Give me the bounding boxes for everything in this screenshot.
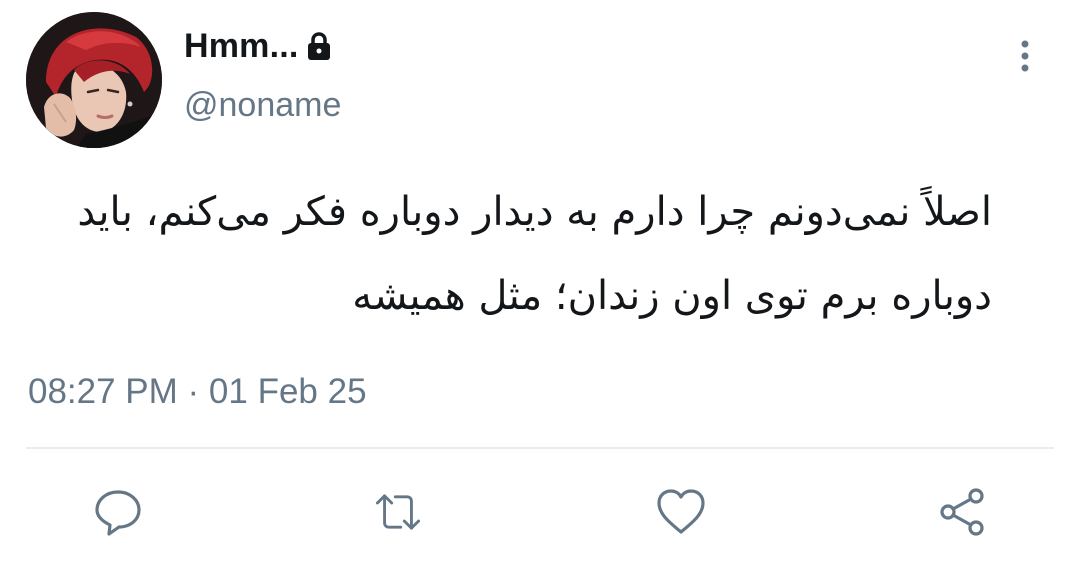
tweet-time: 08:27 PM [28,372,178,411]
tweet-date: 01 Feb 25 [208,372,367,411]
retweet-icon [375,494,421,530]
tweet-text-line-1: اصلاً نمی‌دونم چرا دارم به دیدار دوباره … [77,189,992,235]
divider [26,447,1054,449]
handle[interactable]: @noname [184,86,341,125]
display-name[interactable]: Hmm... [184,27,299,66]
timestamp-separator: · [177,372,209,411]
share-icon [940,488,984,536]
reply-button[interactable] [92,486,144,538]
timestamp[interactable]: 08:27 PM · 01 Feb 25 [28,372,367,412]
tweet-text: اصلاً نمی‌دونم چرا دارم به دیدار دوباره … [26,170,992,338]
like-icon [657,489,705,534]
profile-photo-icon [26,12,162,148]
tweet-text-line-2: دوباره برم توی اون زندان؛ مثل همیشه [352,273,992,319]
retweet-button[interactable] [372,486,424,538]
avatar[interactable] [26,12,162,148]
tweet-card: Hmm... @noname اصلاً نمی‌دونم چرا دارم ب… [0,0,1080,565]
more-vertical-icon[interactable] [1010,36,1040,76]
like-button[interactable] [655,486,707,538]
share-button[interactable] [936,486,988,538]
lock-icon [305,31,333,61]
display-name-row: Hmm... [184,26,333,66]
reply-icon [95,490,141,536]
